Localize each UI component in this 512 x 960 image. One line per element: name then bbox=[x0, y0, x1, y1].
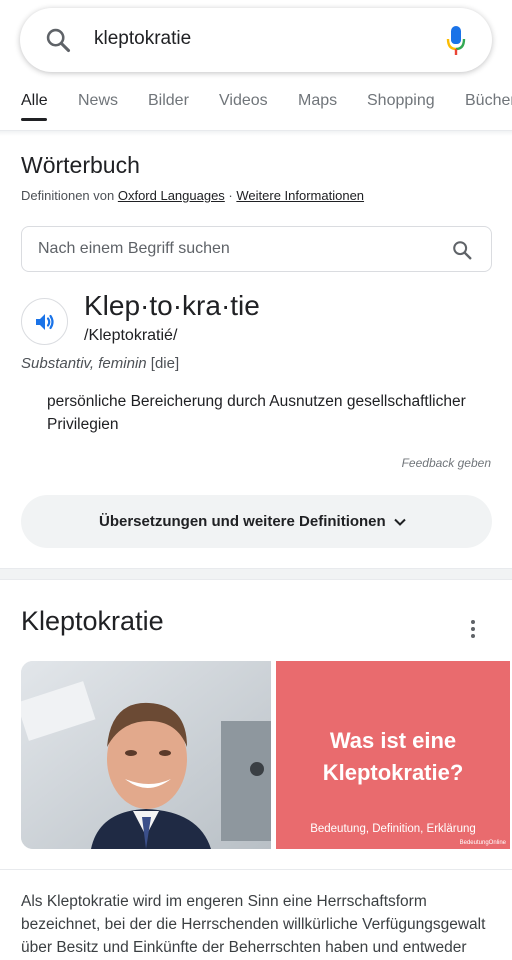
more-info-link[interactable]: Weitere Informationen bbox=[236, 188, 364, 203]
search-icon[interactable] bbox=[44, 26, 72, 54]
speaker-icon bbox=[36, 314, 54, 330]
more-options-icon[interactable] bbox=[466, 618, 480, 640]
dictionary-source: Definitionen von Oxford Languages · Weit… bbox=[21, 188, 364, 203]
tabs-shadow bbox=[0, 131, 512, 136]
feedback-link[interactable]: Feedback geben bbox=[402, 456, 491, 470]
dictionary-search-box[interactable] bbox=[21, 226, 492, 272]
tab-shopping[interactable]: Shopping bbox=[367, 92, 435, 110]
search-query[interactable]: kleptokratie bbox=[94, 28, 191, 50]
source-separator: · bbox=[224, 188, 237, 203]
more-definitions-label: Übersetzungen und weitere Definitionen bbox=[99, 513, 386, 530]
dictionary-title: Wörterbuch bbox=[21, 152, 140, 178]
definition-text: persönliche Bereicherung durch Ausnutzen… bbox=[47, 393, 466, 433]
grammatical-article: [die] bbox=[146, 355, 180, 372]
phonetic-spelling: /Kleptokratié/ bbox=[84, 327, 178, 344]
image-headline-line-1: Was ist eine bbox=[329, 728, 457, 753]
knowledge-panel-title: Kleptokratie bbox=[21, 606, 164, 636]
image-headline-line-2: Kleptokratie? bbox=[322, 760, 464, 785]
part-of-speech: Substantiv, feminin [die] bbox=[21, 355, 179, 372]
source-prefix: Definitionen von bbox=[21, 188, 118, 203]
search-tabs: Alle News Bilder Videos Maps Shopping Bü… bbox=[0, 80, 512, 132]
pos-type: Substantiv, feminin bbox=[21, 355, 147, 372]
section-separator bbox=[0, 568, 512, 580]
search-icon[interactable] bbox=[451, 239, 473, 261]
chevron-down-icon bbox=[394, 518, 406, 526]
portrait-image bbox=[21, 661, 271, 849]
dictionary-search-input[interactable] bbox=[38, 237, 438, 261]
panel-divider bbox=[0, 869, 512, 870]
more-definitions-button[interactable]: Übersetzungen und weitere Definitionen bbox=[21, 495, 492, 548]
tab-books[interactable]: Bücher bbox=[465, 92, 512, 110]
tab-videos[interactable]: Videos bbox=[219, 92, 268, 110]
oxford-languages-link[interactable]: Oxford Languages bbox=[118, 188, 225, 203]
image-watermark: BedeutungOnline bbox=[459, 840, 506, 846]
image-headline: Was ist eine Kleptokratie? bbox=[276, 725, 510, 789]
tab-all[interactable]: Alle bbox=[21, 92, 48, 110]
portrait-photo[interactable] bbox=[21, 661, 271, 849]
pronunciation-button[interactable] bbox=[21, 298, 68, 345]
search-bar[interactable]: kleptokratie bbox=[20, 8, 492, 72]
microphone-icon[interactable] bbox=[444, 23, 468, 59]
explainer-image[interactable]: Was ist eine Kleptokratie? Bedeutung, De… bbox=[276, 661, 510, 849]
knowledge-panel-description: Als Kleptokratie wird im engeren Sinn ei… bbox=[21, 893, 486, 956]
tab-news[interactable]: News bbox=[78, 92, 118, 110]
headword: Klep·to·kra·tie bbox=[84, 290, 260, 321]
active-tab-indicator bbox=[21, 118, 47, 121]
image-caption: Bedeutung, Definition, Erklärung bbox=[310, 823, 476, 835]
tab-images[interactable]: Bilder bbox=[148, 92, 189, 110]
tab-maps[interactable]: Maps bbox=[298, 92, 337, 110]
